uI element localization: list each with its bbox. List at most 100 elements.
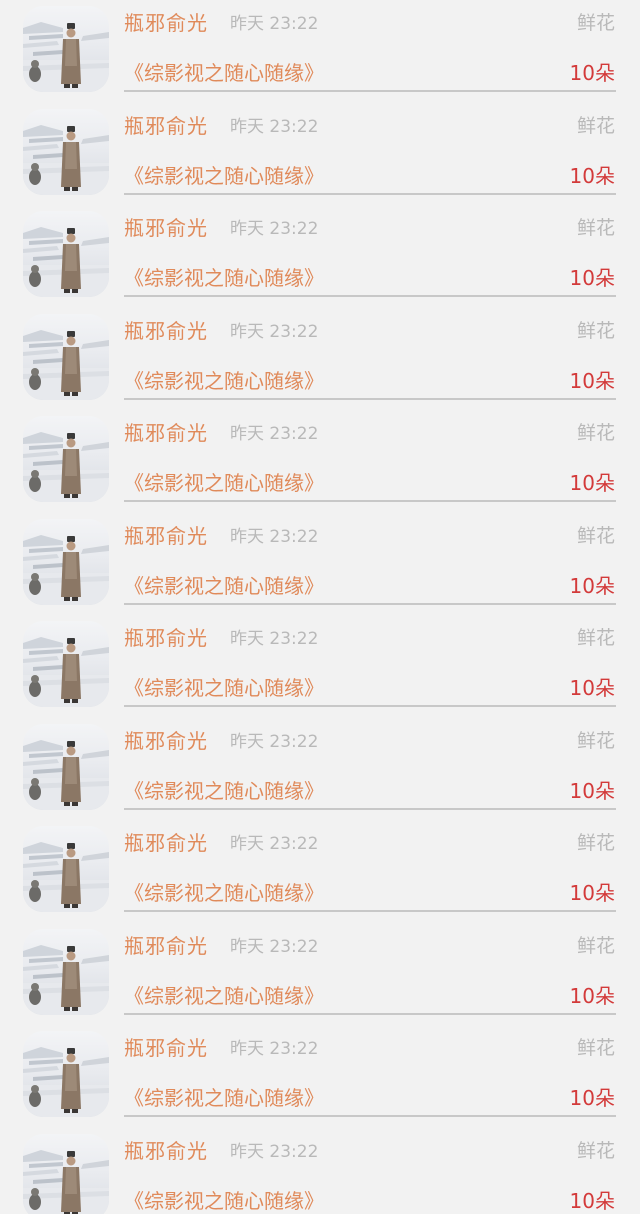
avatar-image bbox=[23, 534, 109, 605]
user-name[interactable]: 瓶邪俞光 bbox=[124, 317, 208, 345]
user-name[interactable]: 瓶邪俞光 bbox=[124, 829, 208, 857]
avatar[interactable] bbox=[23, 313, 109, 400]
gift-count: 10朵 bbox=[569, 163, 615, 188]
avatar[interactable] bbox=[23, 211, 109, 297]
divider bbox=[124, 90, 616, 92]
avatar-image bbox=[23, 1047, 109, 1117]
user-name[interactable]: 瓶邪俞光 bbox=[124, 419, 208, 447]
list-item[interactable]: 瓶邪俞光 昨天 23:22 鲜花 《综影视之随心随缘》 10朵 bbox=[0, 103, 640, 205]
book-title-link[interactable]: 《综影视之随心随缘》 bbox=[124, 367, 324, 395]
timestamp: 昨天 23:22 bbox=[230, 219, 319, 239]
gift-type-label: 鲜花 bbox=[576, 524, 615, 547]
gift-count: 10朵 bbox=[569, 61, 615, 85]
gift-type-label: 鲜花 bbox=[576, 114, 615, 137]
gift-type-label: 鲜花 bbox=[576, 217, 615, 239]
timestamp: 昨天 23:22 bbox=[230, 936, 319, 957]
book-title-link[interactable]: 《综影视之随心随缘》 bbox=[124, 879, 324, 907]
user-name[interactable]: 瓶邪俞光 bbox=[124, 727, 208, 755]
user-name[interactable]: 瓶邪俞光 bbox=[124, 1034, 208, 1062]
gift-count: 10朵 bbox=[569, 1086, 615, 1110]
divider bbox=[124, 910, 616, 912]
gift-type-label: 鲜花 bbox=[576, 729, 615, 752]
avatar[interactable] bbox=[23, 723, 109, 810]
book-title-link[interactable]: 《综影视之随心随缘》 bbox=[124, 777, 324, 805]
avatar[interactable] bbox=[23, 1031, 109, 1117]
avatar[interactable] bbox=[23, 6, 109, 92]
avatar[interactable] bbox=[23, 621, 109, 707]
user-name[interactable]: 瓶邪俞光 bbox=[124, 1137, 208, 1165]
timestamp: 昨天 23:22 bbox=[230, 526, 319, 547]
gift-count: 10朵 bbox=[569, 881, 615, 905]
avatar-image bbox=[23, 944, 109, 1015]
gift-count: 10朵 bbox=[569, 676, 615, 700]
gift-type-label: 鲜花 bbox=[576, 422, 615, 444]
user-name[interactable]: 瓶邪俞光 bbox=[124, 624, 208, 652]
timestamp: 昨天 23:22 bbox=[230, 321, 319, 342]
gift-count: 10朵 bbox=[569, 471, 615, 495]
user-name[interactable]: 瓶邪俞光 bbox=[124, 522, 208, 550]
gift-type-label: 鲜花 bbox=[576, 1139, 615, 1162]
book-title-link[interactable]: 《综影视之随心随缘》 bbox=[124, 674, 324, 702]
avatar-image bbox=[23, 1149, 109, 1214]
book-title-link[interactable]: 《综影视之随心随缘》 bbox=[124, 572, 324, 600]
divider bbox=[124, 602, 616, 605]
book-title-link[interactable]: 《综影视之随心随缘》 bbox=[124, 1187, 324, 1214]
list-item[interactable]: 瓶邪俞光 昨天 23:22 鲜花 《综影视之随心随缘》 10朵 bbox=[0, 718, 640, 820]
avatar[interactable] bbox=[23, 416, 109, 502]
book-title-link[interactable]: 《综影视之随心随缘》 bbox=[124, 982, 324, 1010]
gift-type-label: 鲜花 bbox=[576, 1037, 615, 1059]
book-title-link[interactable]: 《综影视之随心随缘》 bbox=[124, 162, 324, 190]
timestamp: 昨天 23:22 bbox=[230, 1141, 319, 1162]
list-item[interactable]: 瓶邪俞光 昨天 23:22 鲜花 《综影视之随心随缘》 10朵 bbox=[0, 1128, 640, 1214]
book-title-link[interactable]: 《综影视之随心随缘》 bbox=[124, 264, 324, 292]
avatar-image bbox=[23, 739, 109, 810]
avatar-image bbox=[23, 124, 109, 195]
divider bbox=[124, 500, 616, 502]
divider bbox=[124, 807, 616, 810]
gift-count: 10朵 bbox=[569, 983, 615, 1008]
divider bbox=[124, 192, 616, 195]
book-title-link[interactable]: 《综影视之随心随缘》 bbox=[124, 1084, 324, 1112]
user-name[interactable]: 瓶邪俞光 bbox=[124, 112, 208, 140]
list-item[interactable]: 瓶邪俞光 昨天 23:22 鲜花 《综影视之随心随缘》 10朵 bbox=[0, 410, 640, 512]
gift-type-label: 鲜花 bbox=[576, 12, 615, 34]
timestamp: 昨天 23:22 bbox=[230, 116, 319, 137]
avatar-image bbox=[23, 432, 109, 502]
timestamp: 昨天 23:22 bbox=[230, 1039, 319, 1059]
avatar-image bbox=[23, 22, 109, 92]
gift-count: 10朵 bbox=[569, 778, 615, 803]
user-name[interactable]: 瓶邪俞光 bbox=[124, 932, 208, 960]
timestamp: 昨天 23:22 bbox=[230, 834, 319, 854]
avatar-image bbox=[23, 329, 109, 400]
divider bbox=[124, 397, 616, 400]
list-item[interactable]: 瓶邪俞光 昨天 23:22 鲜花 《综影视之随心随缘》 10朵 bbox=[0, 308, 640, 410]
user-name[interactable]: 瓶邪俞光 bbox=[124, 214, 208, 242]
list-item[interactable]: 瓶邪俞光 昨天 23:22 鲜花 《综影视之随心随缘》 10朵 bbox=[0, 615, 640, 717]
divider bbox=[124, 1012, 616, 1015]
avatar-image bbox=[23, 637, 109, 707]
avatar[interactable] bbox=[23, 826, 109, 912]
avatar[interactable] bbox=[23, 518, 109, 605]
gift-type-label: 鲜花 bbox=[576, 832, 615, 854]
list-item[interactable]: 瓶邪俞光 昨天 23:22 鲜花 《综影视之随心随缘》 10朵 bbox=[0, 205, 640, 307]
list-item[interactable]: 瓶邪俞光 昨天 23:22 鲜花 《综影视之随心随缘》 10朵 bbox=[0, 923, 640, 1025]
gift-count: 10朵 bbox=[569, 368, 615, 393]
avatar[interactable] bbox=[23, 928, 109, 1015]
gift-count: 10朵 bbox=[569, 573, 615, 598]
avatar[interactable] bbox=[23, 1133, 109, 1214]
book-title-link[interactable]: 《综影视之随心随缘》 bbox=[124, 59, 324, 87]
avatar-image bbox=[23, 227, 109, 297]
timestamp: 昨天 23:22 bbox=[230, 731, 319, 752]
list-item[interactable]: 瓶邪俞光 昨天 23:22 鲜花 《综影视之随心随缘》 10朵 bbox=[0, 820, 640, 922]
list-item[interactable]: 瓶邪俞光 昨天 23:22 鲜花 《综影视之随心随缘》 10朵 bbox=[0, 513, 640, 615]
timestamp: 昨天 23:22 bbox=[230, 629, 319, 649]
divider bbox=[124, 705, 616, 707]
timestamp: 昨天 23:22 bbox=[230, 14, 319, 34]
divider bbox=[124, 1115, 616, 1117]
gift-count: 10朵 bbox=[569, 266, 615, 290]
user-name[interactable]: 瓶邪俞光 bbox=[124, 9, 208, 37]
book-title-link[interactable]: 《综影视之随心随缘》 bbox=[124, 469, 324, 497]
list-item[interactable]: 瓶邪俞光 昨天 23:22 鲜花 《综影视之随心随缘》 10朵 bbox=[0, 0, 640, 102]
list-item[interactable]: 瓶邪俞光 昨天 23:22 鲜花 《综影视之随心随缘》 10朵 bbox=[0, 1025, 640, 1127]
avatar[interactable] bbox=[23, 108, 109, 195]
